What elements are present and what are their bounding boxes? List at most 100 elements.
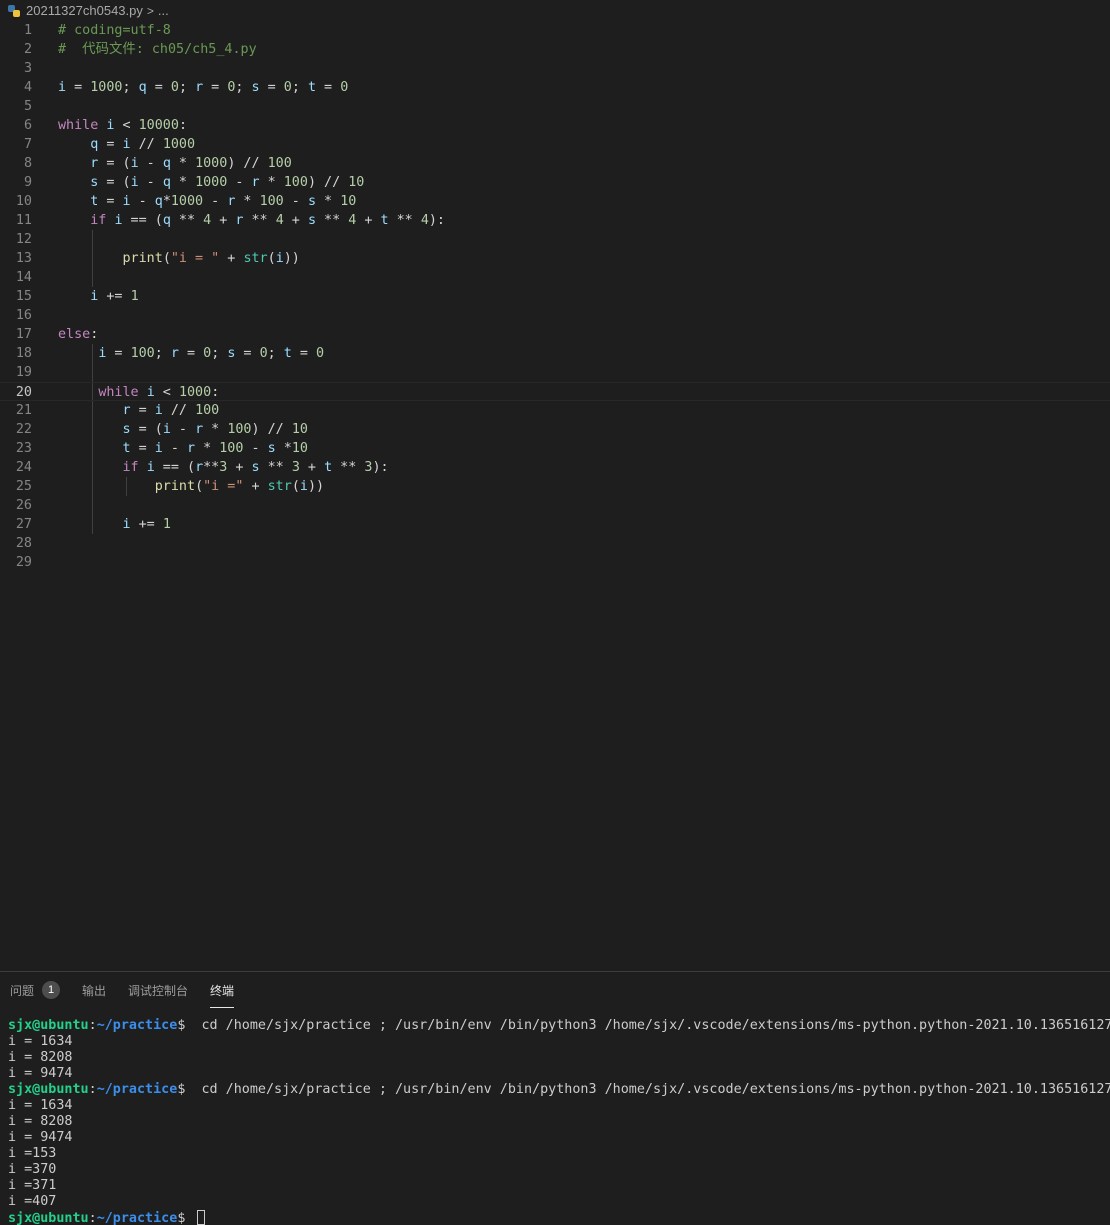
- tab-label: 问题: [10, 983, 35, 998]
- line-number: 28: [15, 536, 32, 551]
- code-editor[interactable]: 1 # coding=utf-8 2 # 代码文件: ch05/ch5_4.py 3 4 i…: [0, 21, 1110, 971]
- code-line[interactable]: 7 q = i // 1000: [0, 135, 1110, 154]
- code-text[interactable]: print("i =" + str(i)): [58, 477, 324, 496]
- terminal-prompt-line: sjx@ubuntu:~/practice$ cd /home/sjx/prac…: [8, 1082, 1110, 1098]
- line-number: 18: [15, 346, 32, 361]
- terminal-output-line: i = 1634: [8, 1098, 73, 1113]
- line-number: 6: [23, 118, 32, 133]
- tab-terminal[interactable]: 终端: [210, 972, 235, 1008]
- code-text[interactable]: s = (i - q * 1000 - r * 100) // 10: [58, 173, 364, 192]
- line-number: 5: [23, 99, 32, 114]
- terminal-command: [185, 1211, 193, 1225]
- prompt-path: ~/practice: [96, 1018, 178, 1033]
- terminal-output-line: i = 9474: [8, 1130, 73, 1145]
- code-text[interactable]: i = 1000; q = 0; r = 0; s = 0; t = 0: [58, 78, 348, 97]
- code-line[interactable]: 8 r = (i - q * 1000) // 100: [0, 154, 1110, 173]
- code-line[interactable]: 13 print("i = " + str(i)): [0, 249, 1110, 268]
- tab-problems[interactable]: 问题 1: [10, 972, 61, 1008]
- code-line[interactable]: 27 i += 1: [0, 515, 1110, 534]
- code-line[interactable]: 28: [0, 534, 1110, 553]
- panel-tabs: 问题 1 输出 调试控制台 终端: [0, 972, 256, 1008]
- code-line[interactable]: 16: [0, 306, 1110, 325]
- line-number: 17: [15, 327, 32, 342]
- line-number: 8: [23, 156, 32, 171]
- code-line[interactable]: 25 print("i =" + str(i)): [0, 477, 1110, 496]
- prompt-colon: :: [88, 1018, 97, 1033]
- line-number: 24: [15, 460, 32, 475]
- breadcrumb-file[interactable]: 20211327ch0543.py: [26, 3, 143, 18]
- code-text[interactable]: t = i - q*1000 - r * 100 - s * 10: [58, 192, 356, 211]
- code-text[interactable]: i += 1: [58, 515, 171, 534]
- code-text[interactable]: # coding=utf-8: [58, 21, 171, 40]
- prompt-user: sjx@ubuntu: [8, 1018, 89, 1033]
- code-text[interactable]: i = 100; r = 0; s = 0; t = 0: [58, 344, 324, 363]
- tab-label: 调试控制台: [128, 983, 189, 998]
- line-number: 12: [15, 232, 32, 247]
- code-text[interactable]: print("i = " + str(i)): [58, 249, 300, 268]
- prompt-colon: :: [88, 1211, 97, 1225]
- code-text[interactable]: t = i - r * 100 - s *10: [58, 439, 308, 458]
- code-line[interactable]: 11 if i == (q ** 4 + r ** 4 + s ** 4 + t…: [0, 211, 1110, 230]
- code-text[interactable]: s = (i - r * 100) // 10: [58, 420, 308, 439]
- tab-label: 输出: [82, 983, 107, 998]
- code-text[interactable]: while i < 1000:: [58, 383, 219, 402]
- line-number: 15: [15, 289, 32, 304]
- code-line[interactable]: 12: [0, 230, 1110, 249]
- code-text[interactable]: r = (i - q * 1000) // 100: [58, 154, 292, 173]
- code-line[interactable]: 29: [0, 553, 1110, 572]
- breadcrumb-rest[interactable]: ...: [158, 3, 169, 18]
- terminal-output-line: i = 9474: [8, 1066, 73, 1081]
- code-line[interactable]: 17 else:: [0, 325, 1110, 344]
- terminal-output-line: i = 1634: [8, 1034, 73, 1049]
- code-line[interactable]: 14: [0, 268, 1110, 287]
- code-line[interactable]: 9 s = (i - q * 1000 - r * 100) // 10: [0, 173, 1110, 192]
- prompt-path: ~/practice: [96, 1211, 178, 1225]
- code-line[interactable]: 5: [0, 97, 1110, 116]
- code-text[interactable]: # 代码文件: ch05/ch5_4.py: [58, 40, 257, 59]
- code-text[interactable]: if i == (q ** 4 + r ** 4 + s ** 4 + t **…: [58, 211, 445, 230]
- code-line[interactable]: 2 # 代码文件: ch05/ch5_4.py: [0, 40, 1110, 59]
- breadcrumb[interactable]: 20211327ch0543.py > ...: [0, 0, 1110, 21]
- line-number: 1: [23, 23, 32, 38]
- code-line[interactable]: 21 r = i // 100: [0, 401, 1110, 420]
- line-number: 14: [15, 270, 32, 285]
- code-line[interactable]: 3: [0, 59, 1110, 78]
- code-line[interactable]: 23 t = i - r * 100 - s *10: [0, 439, 1110, 458]
- terminal-output-line: i =407: [8, 1194, 57, 1209]
- code-line[interactable]: 22 s = (i - r * 100) // 10: [0, 420, 1110, 439]
- code-line[interactable]: 26: [0, 496, 1110, 515]
- terminal[interactable]: sjx@ubuntu:~/practice$ cd /home/sjx/prac…: [8, 1018, 1110, 1225]
- code-line[interactable]: 20 while i < 1000:: [0, 382, 1110, 401]
- terminal-cursor[interactable]: [197, 1210, 206, 1225]
- code-line[interactable]: 24 if i == (r**3 + s ** 3 + t ** 3):: [0, 458, 1110, 477]
- terminal-output-line: i =371: [8, 1178, 57, 1193]
- code-text[interactable]: q = i // 1000: [58, 135, 195, 154]
- code-line[interactable]: 4 i = 1000; q = 0; r = 0; s = 0; t = 0: [0, 78, 1110, 97]
- code-line[interactable]: 6 while i < 10000:: [0, 116, 1110, 135]
- tab-output[interactable]: 输出: [82, 972, 106, 1008]
- tab-debug-console[interactable]: 调试控制台: [128, 972, 188, 1008]
- code-line[interactable]: 18 i = 100; r = 0; s = 0; t = 0: [0, 344, 1110, 363]
- code-line[interactable]: 1 # coding=utf-8: [0, 21, 1110, 40]
- line-number: 10: [15, 194, 32, 209]
- code-text[interactable]: i += 1: [58, 287, 138, 306]
- line-number: 13: [15, 251, 32, 266]
- code-line[interactable]: 10 t = i - q*1000 - r * 100 - s * 10: [0, 192, 1110, 211]
- prompt-colon: :: [88, 1082, 97, 1097]
- terminal-output-line: i = 8208: [8, 1050, 73, 1065]
- line-number: 26: [15, 498, 32, 513]
- code-line[interactable]: 15 i += 1: [0, 287, 1110, 306]
- line-number: 25: [15, 479, 32, 494]
- code-text[interactable]: while i < 10000:: [58, 116, 187, 135]
- prompt-user: sjx@ubuntu: [8, 1082, 89, 1097]
- line-number: 21: [15, 403, 32, 418]
- python-file-icon: [8, 4, 20, 17]
- prompt-path: ~/practice: [96, 1082, 178, 1097]
- code-text[interactable]: else:: [58, 325, 98, 344]
- code-line[interactable]: 19: [0, 363, 1110, 382]
- terminal-command: cd /home/sjx/practice ; /usr/bin/env /bi…: [185, 1018, 1110, 1033]
- problems-count-badge: 1: [42, 981, 61, 999]
- code-text[interactable]: if i == (r**3 + s ** 3 + t ** 3):: [58, 458, 389, 477]
- code-text[interactable]: r = i // 100: [58, 401, 220, 420]
- tab-label: 终端: [210, 983, 235, 998]
